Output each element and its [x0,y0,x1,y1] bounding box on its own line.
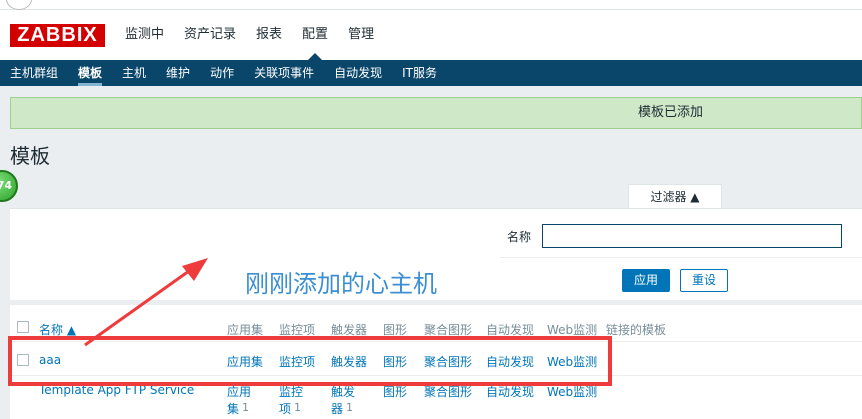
apply-button[interactable]: 应用 [622,269,670,292]
main-nav-administration[interactable]: 管理 [348,10,374,60]
page-title: 模板 [10,144,50,168]
annotation-text: 刚刚添加的心主机 [245,270,437,298]
reset-button[interactable]: 重设 [680,269,728,292]
subnav-it-services[interactable]: IT服务 [402,60,437,86]
browser-back-icon[interactable] [6,0,32,10]
main-nav: 监测中 资产记录 报表 配置 管理 [125,10,394,60]
floating-badge[interactable]: 74 [0,170,18,202]
filter-name-input[interactable] [542,224,842,248]
success-message-text: 模板已添加 [638,105,704,120]
subnav-hosts[interactable]: 主机 [122,60,146,86]
triggers-count: 1 [346,401,353,414]
subnav-discovery[interactable]: 自动发现 [334,60,382,86]
sub-nav: 主机群组 模板 主机 维护 动作 关联项事件 自动发现 IT服务 [0,60,862,86]
column-header-linked-templates: 链接的模板 [606,323,667,337]
main-nav-inventory[interactable]: 资产记录 [184,10,236,60]
top-header: ZABBIX 监测中 资产记录 报表 配置 管理 [0,10,862,60]
main-nav-monitoring[interactable]: 监测中 [125,10,164,60]
select-all-checkbox[interactable] [17,321,29,333]
items-count: 1 [294,401,301,414]
subnav-host-groups[interactable]: 主机群组 [10,60,58,86]
applications-count: 1 [242,401,249,414]
browser-strip [0,0,862,10]
subnav-maintenance[interactable]: 维护 [166,60,190,86]
highlight-box [8,336,612,386]
filter-divider [500,257,862,258]
subnav-templates[interactable]: 模板 [78,60,103,86]
subnav-correlation[interactable]: 关联项事件 [254,60,314,86]
subnav-actions[interactable]: 动作 [210,60,234,86]
success-message: 模板已添加 [10,97,862,129]
zabbix-logo[interactable]: ZABBIX [10,24,105,47]
filter-tab[interactable]: 过滤器 ▲ [628,184,722,209]
items-link-wrap[interactable]: 项 [279,400,291,417]
filter-name-label: 名称 [507,230,532,244]
main-nav-configuration[interactable]: 配置 [302,10,328,60]
main-nav-reports[interactable]: 报表 [256,10,282,60]
applications-link-wrap[interactable]: 集 [227,400,239,417]
triggers-link-wrap[interactable]: 器 [331,400,343,417]
